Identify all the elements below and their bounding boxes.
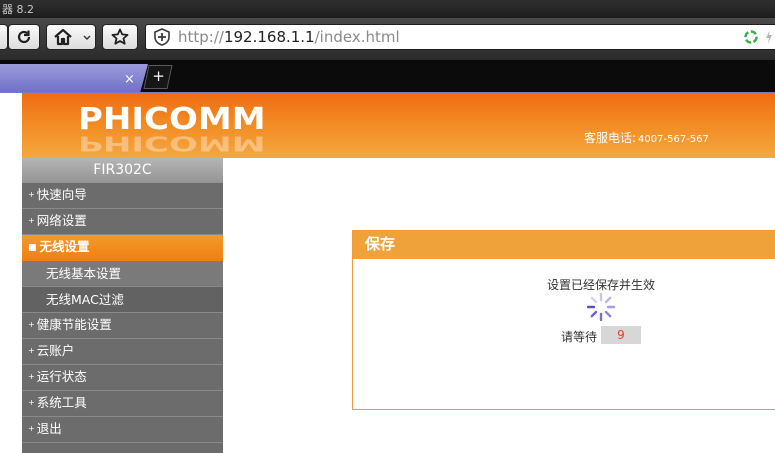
sidebar-item-cloud-account[interactable]: + 云账户 <box>22 339 223 365</box>
new-tab-button[interactable]: + <box>143 65 173 89</box>
plus-icon: + <box>28 398 35 407</box>
window-title: 器 8.2 <box>2 3 34 16</box>
back-button[interactable] <box>0 24 8 50</box>
url-path: /index.html <box>314 28 400 46</box>
countdown-value: 9 <box>601 326 641 344</box>
sidebar-item-energy[interactable]: + 健康节能设置 <box>22 313 223 339</box>
chevron-down-icon[interactable] <box>83 35 91 41</box>
plus-icon: + <box>152 67 165 85</box>
home-icon <box>54 28 72 46</box>
sidebar-item-wireless[interactable]: ■ 无线设置 <box>22 235 223 261</box>
url-protocol: http:// <box>178 28 224 46</box>
square-icon: ■ <box>28 243 37 253</box>
brand-logo: PHICOMM <box>78 101 266 137</box>
url-text[interactable]: http://192.168.1.1/index.html <box>178 28 400 46</box>
sidebar-nav: FIR302C + 快速向导 + 网络设置 ■ 无线设置 无线基本设置 无线MAC过滤… <box>22 158 223 453</box>
sidebar-item-system-tools[interactable]: + 系统工具 <box>22 391 223 417</box>
reload-button[interactable] <box>8 24 40 50</box>
sidebar-subitem-wireless-basic[interactable]: 无线基本设置 <box>22 261 223 287</box>
panel-title: 保存 <box>353 231 775 259</box>
sidebar-item-label: 系统工具 <box>36 395 87 410</box>
sidebar-item-label: 运行状态 <box>36 369 87 384</box>
plus-icon: + <box>28 320 35 329</box>
sidebar-subitem-label: 无线基本设置 <box>46 266 122 281</box>
hotline-number: 4007-567-567 <box>638 134 709 145</box>
loading-icon <box>744 30 758 44</box>
device-model: FIR302C <box>22 158 223 183</box>
plus-icon: + <box>28 372 35 381</box>
close-icon[interactable]: × <box>124 72 135 87</box>
hotline-label: 客服电话: <box>584 131 637 145</box>
home-button[interactable] <box>46 24 96 50</box>
lightning-icon[interactable] <box>764 29 774 45</box>
sidebar-subitem-mac-filter[interactable]: 无线MAC过滤 <box>22 287 223 313</box>
plus-icon: + <box>28 216 35 225</box>
sidebar-item-label: 云账户 <box>36 343 75 358</box>
reload-icon <box>17 30 31 44</box>
tab-strip: × + <box>0 60 775 93</box>
browser-toolbar: http://192.168.1.1/index.html <box>0 18 775 60</box>
spinner-icon <box>586 292 616 322</box>
plus-icon: + <box>28 346 35 355</box>
url-host: 192.168.1.1 <box>223 28 315 46</box>
bookmark-button[interactable] <box>102 24 138 50</box>
sidebar-item-network[interactable]: + 网络设置 <box>22 209 223 235</box>
shield-icon <box>154 28 170 46</box>
service-hotline: 客服电话: 4007-567-567 <box>584 129 709 146</box>
tab-router-admin[interactable]: × <box>0 64 148 93</box>
sidebar-item-label: 健康节能设置 <box>36 317 112 332</box>
sidebar-item-label: 无线设置 <box>39 239 90 254</box>
sidebar-item-logout[interactable]: + 退出 <box>22 417 223 443</box>
sidebar-item-label: 快速向导 <box>36 187 87 202</box>
sidebar-item-label: 退出 <box>36 421 62 436</box>
wait-label: 请等待 <box>561 330 598 344</box>
window-titlebar: 器 8.2 <box>0 0 775 18</box>
sidebar-item-quick-setup[interactable]: + 快速向导 <box>22 183 223 209</box>
plus-icon: + <box>28 424 35 433</box>
sidebar-item-status[interactable]: + 运行状态 <box>22 365 223 391</box>
star-icon <box>111 28 129 45</box>
address-bar[interactable]: http://192.168.1.1/index.html <box>145 24 775 50</box>
sidebar-item-label: 网络设置 <box>36 213 87 228</box>
plus-icon: + <box>28 190 35 199</box>
save-panel: 保存 设置已经保存并生效 请等待 9 <box>352 230 775 410</box>
page-header: PHICOMM PHICOMM 客服电话: 4007-567-567 <box>22 93 775 158</box>
sidebar-subitem-label: 无线MAC过滤 <box>46 292 124 307</box>
